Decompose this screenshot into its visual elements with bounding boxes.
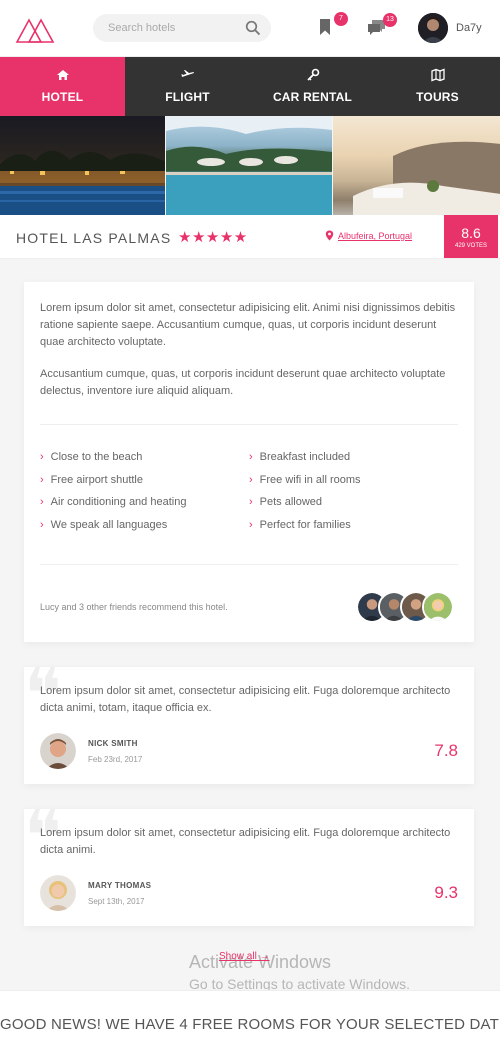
- hotel-photo-terrace[interactable]: [332, 116, 500, 215]
- chevron-right-icon: ›: [40, 451, 44, 463]
- chevron-right-icon: ›: [249, 519, 253, 531]
- chevron-right-icon: ›: [40, 474, 44, 486]
- review-date: Feb 23rd, 2017: [88, 755, 143, 764]
- tab-tours-label: TOURS: [416, 90, 459, 104]
- friends-avatars: [356, 591, 466, 625]
- review-text: Lorem ipsum dolor sit amet, consectetur …: [40, 685, 451, 714]
- username[interactable]: Da7y: [456, 22, 482, 34]
- search-bar: [93, 14, 271, 42]
- messages-button[interactable]: 13: [367, 13, 397, 41]
- review-score: 9.3: [434, 883, 458, 902]
- feature-item: › Pets allowed: [249, 496, 323, 508]
- hotel-score: 8.6: [461, 225, 481, 241]
- description-paragraph-1: Lorem ipsum dolor sit amet, consectetur …: [40, 302, 456, 348]
- logo-icon[interactable]: [15, 14, 55, 44]
- tab-car-rental[interactable]: CAR RENTAL: [250, 57, 375, 116]
- hotel-photo-pool-night[interactable]: [0, 116, 166, 215]
- plane-icon: [181, 70, 194, 77]
- hotel-title-bar: HOTEL LAS PALMAS ★★★★★ Albufeira, Portug…: [0, 215, 500, 259]
- review-score: 7.8: [434, 741, 458, 760]
- tab-hotel-label: HOTEL: [41, 90, 84, 104]
- location-pin-icon: [325, 230, 334, 241]
- review-date: Sept 13th, 2017: [88, 897, 145, 906]
- user-avatar[interactable]: [418, 13, 448, 43]
- tab-flight[interactable]: FLIGHT: [125, 57, 250, 116]
- bookmarks-badge: 7: [334, 12, 348, 26]
- reviewer-avatar[interactable]: [40, 733, 76, 769]
- friend-avatar[interactable]: [422, 591, 454, 623]
- description-paragraph-2: Accusantium cumque, quas, ut corporis in…: [40, 368, 446, 397]
- tab-tours[interactable]: TOURS: [375, 57, 500, 116]
- location-text: Albufeira, Portugal: [338, 231, 413, 241]
- chevron-right-icon: ›: [249, 496, 253, 508]
- availability-message: GOOD NEWS! WE HAVE 4 FREE ROOMS FOR YOUR…: [0, 1016, 500, 1033]
- review-text: Lorem ipsum dolor sit amet, consectetur …: [40, 827, 451, 856]
- chevron-right-icon: ›: [249, 474, 253, 486]
- tab-car-rental-label: CAR RENTAL: [272, 90, 353, 104]
- key-icon: [306, 68, 319, 81]
- top-header: 7 13 Da7y: [0, 0, 500, 57]
- location-link[interactable]: Albufeira, Portugal: [325, 230, 412, 241]
- main-nav: HOTEL FLIGHT CAR RENTAL TOURS: [0, 57, 500, 116]
- feature-item: › Close to the beach: [40, 451, 143, 463]
- hotel-gallery: [0, 116, 500, 215]
- star-rating: ★★★★★: [178, 229, 248, 246]
- reviewer-name: MARY THOMAS: [88, 881, 152, 890]
- feature-item: › We speak all languages: [40, 519, 168, 531]
- recommend-text: Lucy and 3 other friends recommend this …: [40, 602, 228, 612]
- chevron-right-icon: ›: [40, 519, 44, 531]
- chevron-right-icon: ›: [40, 496, 44, 508]
- tab-flight-label: FLIGHT: [165, 90, 210, 104]
- hotel-score-badge: 8.6 429 VOTES: [444, 215, 498, 258]
- search-input[interactable]: [108, 20, 238, 36]
- hotel-votes: 429 VOTES: [454, 243, 487, 249]
- home-icon: [56, 70, 69, 80]
- availability-banner: GOOD NEWS! WE HAVE 4 FREE ROOMS FOR YOUR…: [0, 990, 500, 1048]
- feature-item: › Air conditioning and heating: [40, 496, 187, 508]
- reviewer-avatar[interactable]: [40, 875, 76, 911]
- feature-item: › Breakfast included: [249, 451, 351, 463]
- feature-item: › Free wifi in all rooms: [249, 474, 361, 486]
- messages-badge: 13: [383, 13, 397, 27]
- search-icon[interactable]: [245, 20, 261, 36]
- hotel-photo-pool-day[interactable]: [166, 116, 332, 215]
- map-icon: [430, 68, 445, 82]
- chevron-right-icon: ›: [249, 451, 253, 463]
- hotel-name: HOTEL LAS PALMAS: [16, 230, 172, 246]
- bookmark-icon: [320, 19, 330, 35]
- reviewer-name: NICK SMITH: [88, 739, 138, 748]
- feature-item: › Perfect for families: [249, 519, 351, 531]
- show-all-reviews-link[interactable]: Show all →: [219, 951, 270, 962]
- divider: [40, 564, 458, 565]
- bookmarks-button[interactable]: 7: [318, 12, 348, 40]
- review-card: ❝ Lorem ipsum dolor sit amet, consectetu…: [24, 801, 474, 926]
- tab-hotel[interactable]: HOTEL: [0, 57, 125, 116]
- divider: [40, 424, 458, 425]
- feature-item: › Free airport shuttle: [40, 474, 143, 486]
- review-card: ❝ Lorem ipsum dolor sit amet, consectetu…: [24, 659, 474, 784]
- hotel-description-card: Lorem ipsum dolor sit amet, consectetur …: [24, 282, 474, 642]
